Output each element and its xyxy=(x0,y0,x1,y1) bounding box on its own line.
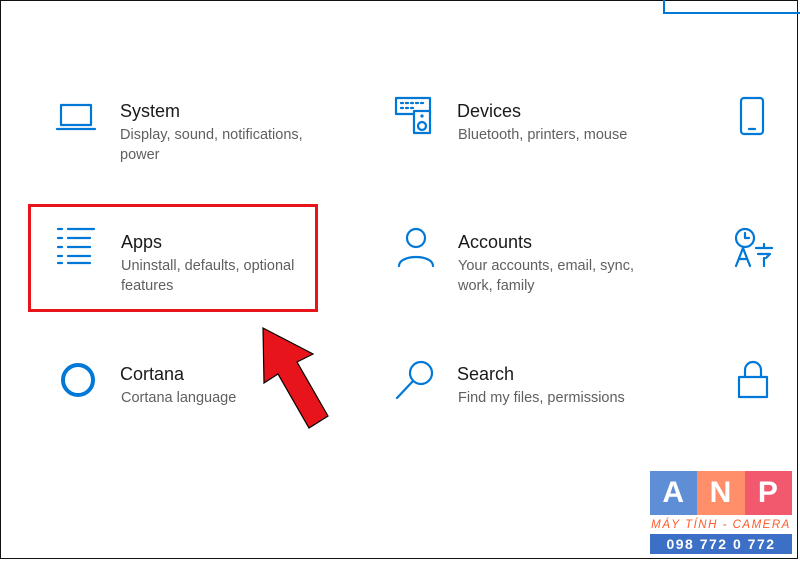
logo-letter-n: N xyxy=(697,471,745,515)
time-language-icon xyxy=(732,226,778,270)
laptop-icon xyxy=(55,102,97,132)
red-arrow-annotation xyxy=(255,322,335,434)
lock-icon xyxy=(736,358,770,400)
tile-description: Bluetooth, printers, mouse xyxy=(458,127,628,143)
tile-time-language[interactable] xyxy=(730,218,798,308)
logo-letter-p: P xyxy=(744,471,792,515)
tile-description: Your accounts, email, sync, work, family xyxy=(458,258,634,294)
phone-icon xyxy=(738,96,768,136)
anp-logo: A N P MÁY TÍNH - CAMERA 098 772 0 772 xyxy=(650,471,792,554)
tile-system[interactable]: System Display, sound, notifications, po… xyxy=(40,90,340,180)
tile-title: Devices xyxy=(457,101,522,121)
tile-description: Cortana language xyxy=(121,390,237,406)
tile-title: Accounts xyxy=(458,232,533,252)
logo-letters: A N P xyxy=(650,471,792,515)
logo-phone: 098 772 0 772 xyxy=(650,534,792,554)
person-icon xyxy=(396,226,436,268)
tile-title: Cortana xyxy=(120,364,185,384)
logo-letter-a: A xyxy=(650,471,698,515)
tile-description: Display, sound, notifications, power xyxy=(120,127,303,163)
keyboard-speaker-icon xyxy=(394,96,434,136)
tile-description: Find my files, permissions xyxy=(458,390,625,406)
tile-title: System xyxy=(120,101,181,121)
tile-accounts[interactable]: Accounts Your accounts, email, sync, wor… xyxy=(380,218,670,308)
tile-phone[interactable] xyxy=(730,90,798,180)
tile-search[interactable]: Search Find my files, permissions xyxy=(380,350,670,430)
magnifier-icon xyxy=(394,358,438,402)
tile-privacy[interactable] xyxy=(730,350,798,430)
search-box-edge[interactable] xyxy=(663,0,800,14)
circle-icon xyxy=(58,360,98,400)
highlight-box xyxy=(28,204,318,312)
logo-tagline: MÁY TÍNH - CAMERA xyxy=(651,519,791,531)
tile-title: Search xyxy=(457,364,515,384)
tile-devices[interactable]: Devices Bluetooth, printers, mouse xyxy=(380,90,670,180)
